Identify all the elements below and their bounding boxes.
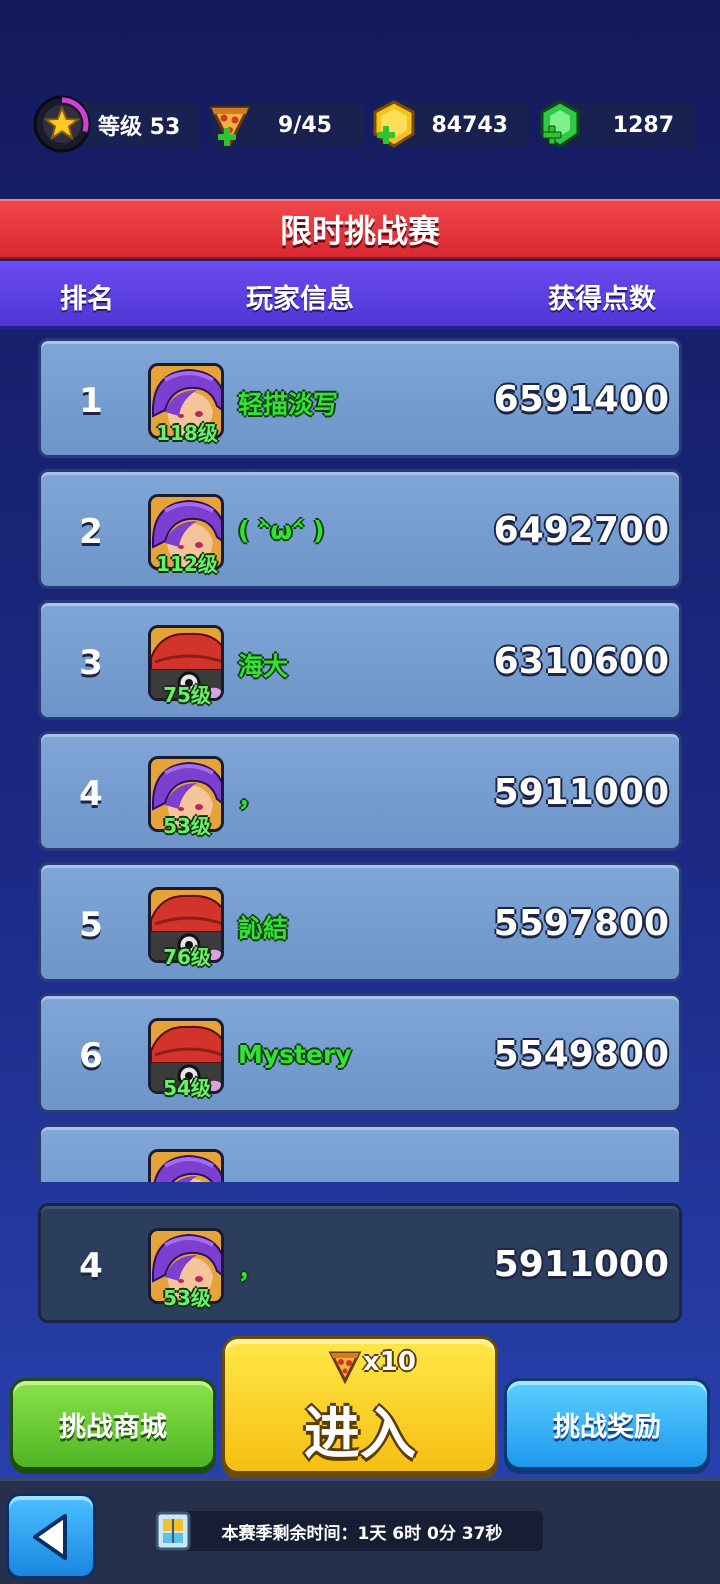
- points-column-header: 获得点数: [548, 284, 656, 315]
- player-avatar[interactable]: [148, 1149, 224, 1182]
- rank-number: 1: [79, 381, 103, 421]
- player-name: 訫結: [238, 914, 289, 943]
- rank-number: 3: [79, 643, 103, 683]
- player-points: 5597800: [493, 903, 669, 944]
- hourglass-icon: [155, 1511, 191, 1551]
- player-points: 5911000: [493, 772, 669, 813]
- player-name: ，: [238, 1255, 264, 1284]
- player-name: 轻描淡写: [238, 390, 339, 419]
- leaderboard-header: 排名 玩家信息 获得点数: [0, 261, 720, 329]
- player-name: ( ᵔ̀ѡᵔ́ ): [238, 516, 325, 545]
- rank-number: 5: [79, 905, 103, 945]
- player-level: 75级: [163, 683, 211, 707]
- stamina-counter[interactable]: 9/45: [209, 102, 364, 148]
- player-points: 6492700: [493, 510, 669, 551]
- player-name: ，: [238, 783, 264, 812]
- back-button[interactable]: [6, 1493, 96, 1579]
- player-level: 118级: [156, 421, 218, 445]
- rank-number: 4: [79, 774, 103, 814]
- gem-value: 1287: [612, 112, 674, 138]
- season-timer: 本赛季剩余时间：1天 6时 0分 37秒: [155, 1511, 543, 1551]
- player-name: Mystery: [238, 1040, 352, 1069]
- event-title: 限时挑战赛: [0, 199, 720, 259]
- player-level: 112级: [156, 552, 218, 576]
- player-column-header: 玩家信息: [246, 284, 354, 315]
- player-level: 76级: [163, 945, 211, 969]
- back-arrow-icon: [33, 1514, 67, 1560]
- challenge-reward-button[interactable]: 挑战奖励: [504, 1378, 710, 1470]
- season-timer-text: 本赛季剩余时间：1天 6时 0分 37秒: [221, 1523, 503, 1544]
- leaderboard-row[interactable]: 6 54级 Mystery 5549800: [38, 993, 682, 1113]
- leaderboard-row[interactable]: 4 53级 ， 5911000: [38, 731, 682, 851]
- leaderboard-row[interactable]: 5 76级 訫結 5597800: [38, 862, 682, 982]
- leaderboard-row[interactable]: 2 112级 ( ᵔ̀ѡᵔ́ ) 6492700: [38, 469, 682, 589]
- resource-bar: 等级 53 9/45 84743 1287: [0, 94, 720, 158]
- player-level: 53级: [163, 814, 211, 838]
- player-points: 6591400: [493, 379, 669, 420]
- rank-number: 6: [79, 1036, 103, 1076]
- pizza-icon: [209, 106, 251, 148]
- leaderboard-row-partial[interactable]: [38, 1124, 682, 1182]
- player-level[interactable]: 等级 53: [33, 95, 200, 153]
- player-level: 53级: [163, 1286, 211, 1310]
- rank-number: 2: [79, 512, 103, 552]
- leaderboard-row[interactable]: 3 75级 海大 6310600: [38, 600, 682, 720]
- gem-icon: [540, 100, 580, 148]
- level-star-icon: [33, 95, 91, 153]
- gold-counter[interactable]: 84743: [373, 100, 530, 148]
- stamina-value: 9/45: [278, 112, 332, 138]
- enter-cost: x10: [363, 1347, 416, 1377]
- enter-button[interactable]: x10 进入: [222, 1336, 498, 1474]
- challenge-shop-label: 挑战商城: [59, 1411, 167, 1443]
- leaderboard-list[interactable]: 1 118级 轻描淡写 6591400 2 112级 ( ᵔ̀ѡᵔ́ ) 6492700 3 75…: [38, 338, 682, 1182]
- enter-label: 进入: [304, 1402, 416, 1467]
- rank-number: 4: [79, 1246, 103, 1286]
- player-points: 5549800: [493, 1034, 669, 1075]
- gold-coin-icon: [373, 100, 415, 148]
- player-level: 54级: [163, 1076, 211, 1100]
- gem-counter[interactable]: 1287: [540, 100, 696, 148]
- player-points: 6310600: [493, 641, 669, 682]
- bottom-bar: 本赛季剩余时间：1天 6时 0分 37秒: [0, 1478, 720, 1584]
- my-rank-row: 4 53级 ， 5911000: [38, 1203, 682, 1323]
- player-points: 5911000: [493, 1244, 669, 1285]
- leaderboard-row[interactable]: 1 118级 轻描淡写 6591400: [38, 338, 682, 458]
- player-name: 海大: [238, 652, 289, 681]
- challenge-shop-button[interactable]: 挑战商城: [10, 1378, 216, 1470]
- rank-column-header: 排名: [60, 284, 114, 315]
- gold-value: 84743: [431, 112, 508, 138]
- challenge-reward-label: 挑战奖励: [553, 1411, 661, 1443]
- pizza-icon: [328, 1351, 362, 1385]
- level-label: 等级 53: [98, 115, 181, 140]
